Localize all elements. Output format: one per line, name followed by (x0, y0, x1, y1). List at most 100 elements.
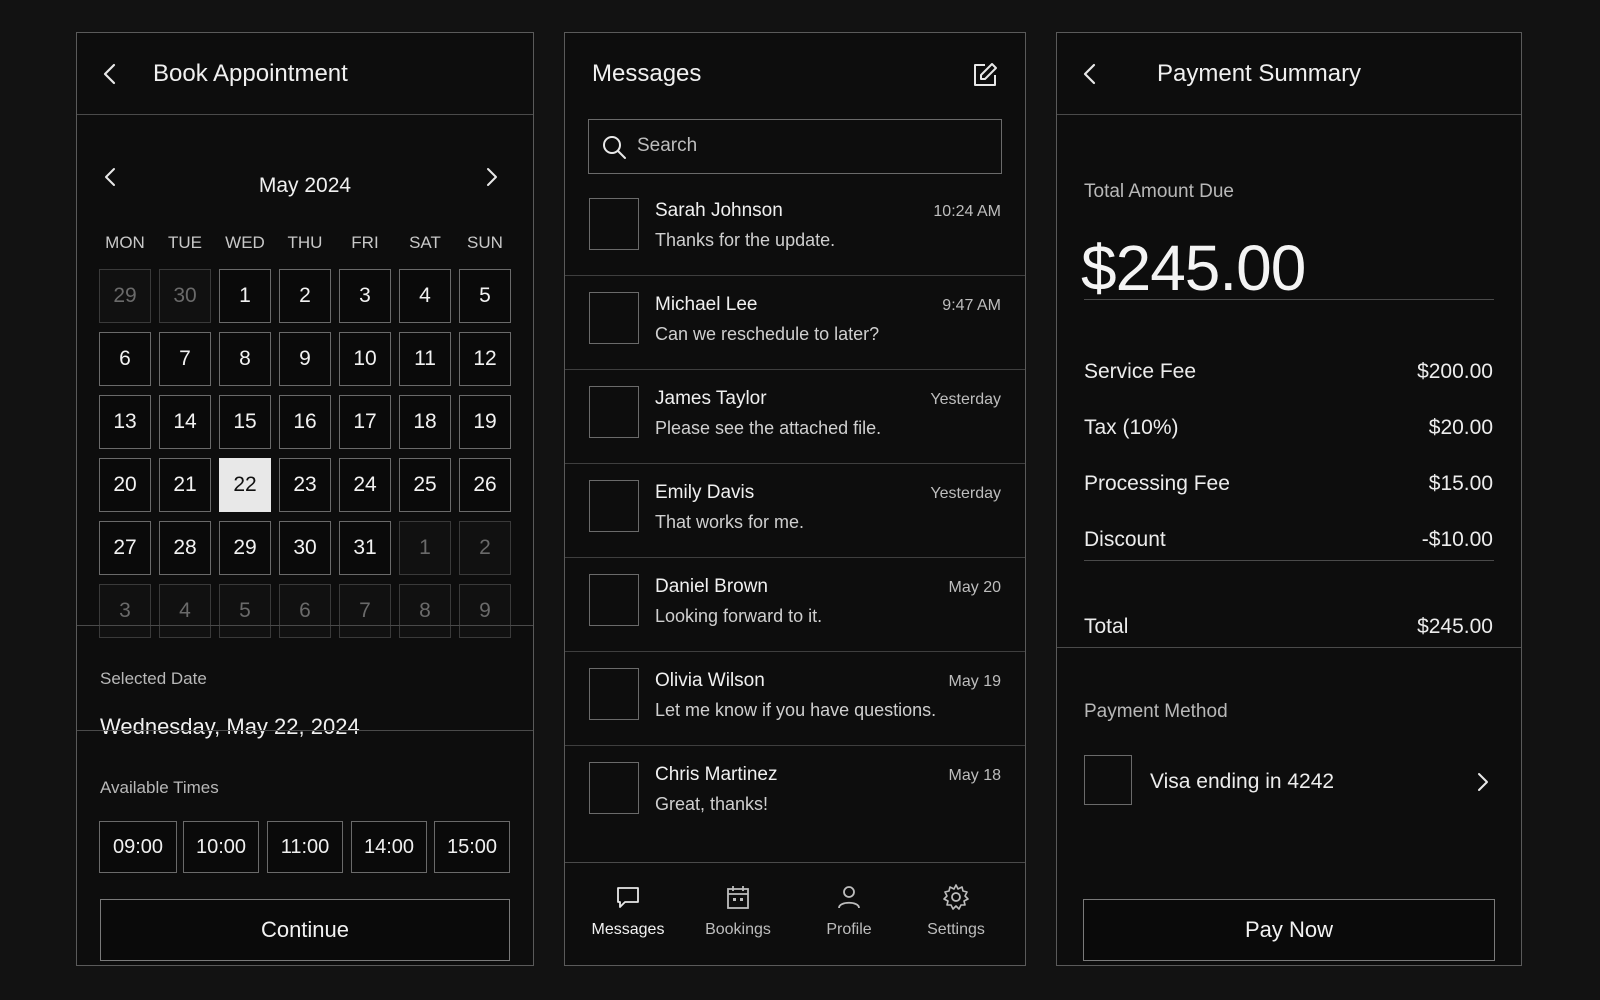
calendar-day[interactable]: 5 (459, 269, 511, 323)
sender-name: Sarah Johnson (655, 200, 783, 221)
calendar-day[interactable]: 6 (279, 584, 331, 638)
calendar-day[interactable]: 13 (99, 395, 151, 449)
avatar (589, 668, 639, 720)
calendar-day[interactable]: 20 (99, 458, 151, 512)
message-row[interactable]: Olivia Wilson Let me know if you have que… (565, 652, 1025, 746)
search-bar[interactable] (588, 119, 1002, 174)
weekday-label: FRI (351, 233, 379, 252)
calendar-day[interactable]: 6 (99, 332, 151, 386)
calendar-day[interactable]: 10 (339, 332, 391, 386)
calendar-day[interactable]: 2 (459, 521, 511, 575)
message-row[interactable]: Chris Martinez Great, thanks! May 18 (565, 746, 1025, 840)
time-slot-button[interactable]: 14:00 (351, 821, 427, 873)
calendar-day[interactable]: 14 (159, 395, 211, 449)
card-text: Visa ending in 4242 (1150, 770, 1335, 793)
calendar-day[interactable]: 16 (279, 395, 331, 449)
calendar-day[interactable]: 2 (279, 269, 331, 323)
divider (1084, 299, 1494, 300)
fee-value: -$10.00 (1421, 528, 1493, 551)
chevron-right-icon (1478, 773, 1488, 791)
book-appointment-panel: Book Appointment May 2024 MON TUE WED THU FR… (76, 32, 534, 966)
message-row[interactable]: Sarah Johnson Thanks for the update. 10:24… (565, 182, 1025, 276)
time-slot-button[interactable]: 09:00 (99, 821, 177, 873)
message-row[interactable]: James Taylor Please see the attached file… (565, 370, 1025, 464)
calendar-day[interactable]: 23 (279, 458, 331, 512)
message-time: May 18 (948, 767, 1001, 784)
divider (77, 730, 533, 731)
calendar-day[interactable]: 25 (399, 458, 451, 512)
message-row[interactable]: Michael Lee Can we reschedule to later? 9:… (565, 276, 1025, 370)
nav-label: Bookings (705, 921, 771, 938)
search-input[interactable] (637, 120, 991, 172)
message-time: Yesterday (930, 485, 1001, 502)
message-row[interactable]: Daniel Brown Looking forward to it. May 20 (565, 558, 1025, 652)
calendar-day[interactable]: 9 (279, 332, 331, 386)
calendar-day[interactable]: 5 (219, 584, 271, 638)
search-icon (603, 136, 626, 159)
calendar-day-selected[interactable]: 22 (219, 458, 271, 512)
nav-profile[interactable]: Profile (794, 863, 904, 965)
time-slot-button[interactable]: 11:00 (267, 821, 343, 873)
payment-method-row[interactable]: Visa ending in 4242 (1057, 745, 1521, 815)
sender-name: Chris Martinez (655, 764, 778, 785)
avatar (589, 292, 639, 344)
message-time: May 20 (948, 579, 1001, 596)
calendar-day[interactable]: 29 (99, 269, 151, 323)
calendar-day[interactable]: 29 (219, 521, 271, 575)
next-month-icon[interactable] (479, 165, 503, 189)
back-arrow-icon[interactable] (99, 62, 123, 86)
calendar-day[interactable]: 24 (339, 458, 391, 512)
time-slot-button[interactable]: 10:00 (183, 821, 259, 873)
calendar-day[interactable]: 11 (399, 332, 451, 386)
compose-icon[interactable] (971, 61, 999, 89)
divider (1084, 560, 1494, 561)
time-slot-button[interactable]: 15:00 (434, 821, 510, 873)
calendar-day[interactable]: 19 (459, 395, 511, 449)
avatar (589, 198, 639, 250)
calendar-day[interactable]: 26 (459, 458, 511, 512)
calendar-day[interactable]: 28 (159, 521, 211, 575)
calendar-day[interactable]: 8 (219, 332, 271, 386)
calendar-day[interactable]: 31 (339, 521, 391, 575)
divider (1057, 647, 1521, 648)
calendar-day[interactable]: 1 (219, 269, 271, 323)
calendar-day[interactable]: 27 (99, 521, 151, 575)
nav-messages[interactable]: Messages (573, 863, 683, 965)
calendar-day[interactable]: 1 (399, 521, 451, 575)
sender-name: Daniel Brown (655, 576, 768, 597)
fee-label: Tax (10%) (1084, 416, 1179, 439)
sender-name: Michael Lee (655, 294, 758, 315)
calendar-day[interactable]: 7 (159, 332, 211, 386)
calendar-day[interactable]: 12 (459, 332, 511, 386)
calendar-day[interactable]: 7 (339, 584, 391, 638)
month-label: May 2024 (258, 174, 352, 197)
calendar-day[interactable]: 4 (399, 269, 451, 323)
card-icon (1084, 755, 1132, 805)
selected-date-label: Selected Date (100, 669, 207, 688)
calendar-day[interactable]: 30 (279, 521, 331, 575)
avatar (589, 762, 639, 814)
nav-bookings[interactable]: Bookings (683, 863, 793, 965)
continue-button[interactable]: Continue (100, 899, 510, 961)
calendar-day[interactable]: 30 (159, 269, 211, 323)
nav-settings[interactable]: Settings (901, 863, 1011, 965)
payment-header: Payment Summary (1057, 33, 1521, 115)
back-arrow-icon[interactable] (1079, 62, 1103, 86)
calendar-day[interactable]: 3 (339, 269, 391, 323)
message-preview: That works for me. (655, 512, 805, 532)
nav-label: Settings (927, 921, 985, 938)
calendar-day[interactable]: 17 (339, 395, 391, 449)
calendar-day[interactable]: 9 (459, 584, 511, 638)
calendar-day[interactable]: 21 (159, 458, 211, 512)
calendar-day[interactable]: 3 (99, 584, 151, 638)
calendar-day[interactable]: 15 (219, 395, 271, 449)
calendar-day[interactable]: 18 (399, 395, 451, 449)
calendar-day[interactable]: 8 (399, 584, 451, 638)
calendar-day[interactable]: 4 (159, 584, 211, 638)
page-title: Messages (592, 60, 702, 87)
gear-icon (943, 884, 969, 910)
message-row[interactable]: Emily Davis That works for me. Yesterday (565, 464, 1025, 558)
avatar (589, 480, 639, 532)
message-preview: Great, thanks! (655, 794, 769, 814)
pay-now-button[interactable]: Pay Now (1083, 899, 1495, 961)
